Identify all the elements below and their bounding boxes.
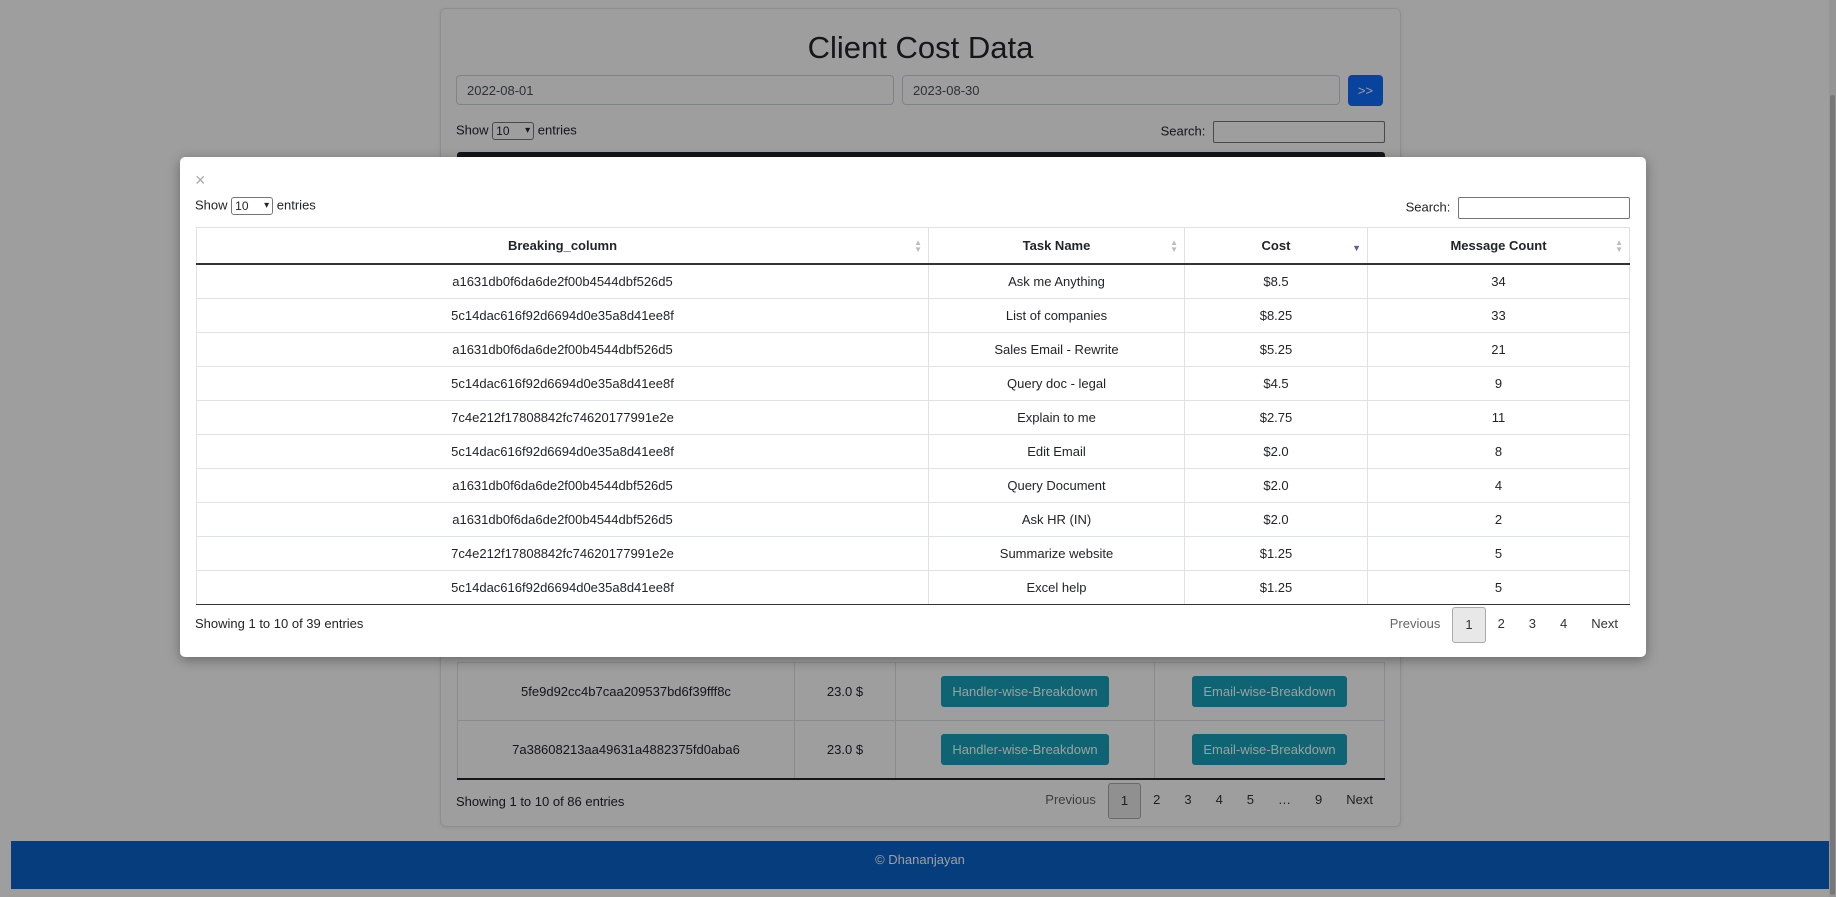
pagination-next[interactable]: Next (1579, 607, 1630, 641)
modal-entries-select[interactable]: 10 (231, 197, 274, 215)
table-row: 7c4e212f17808842fc74620177991e2e Summariz… (196, 536, 1630, 571)
message-count-cell: 8 (1367, 434, 1630, 469)
breaking-column-cell: a1631db0f6da6de2f00b4544dbf526d5 (196, 332, 929, 367)
modal-pagination: Previous 1 2 3 4 Next (1378, 607, 1630, 643)
modal-entries-length-control: Show 10 entries (195, 197, 316, 215)
pagination-page-4[interactable]: 4 (1548, 607, 1579, 641)
message-count-cell: 9 (1367, 366, 1630, 401)
table-row: 5c14dac616f92d6694d0e35a8d41ee8f List of … (196, 298, 1630, 333)
cost-cell: $8.25 (1184, 298, 1368, 333)
show-label: Show (195, 197, 228, 213)
cost-cell: $1.25 (1184, 536, 1368, 571)
task-name-cell: Explain to me (928, 400, 1185, 435)
task-name-cell: Excel help (928, 570, 1185, 605)
breaking-column-cell: 5c14dac616f92d6694d0e35a8d41ee8f (196, 434, 929, 469)
entries-label: entries (276, 197, 316, 213)
message-count-cell: 21 (1367, 332, 1630, 367)
breakdown-table: Breaking_column ▲ ▼ Task Name ▲ ▼ Cost ▼ Mess… (196, 227, 1630, 605)
task-name-cell: Ask HR (IN) (928, 502, 1185, 537)
table-row: 5c14dac616f92d6694d0e35a8d41ee8f Query do… (196, 366, 1630, 401)
breaking-column-cell: 7c4e212f17808842fc74620177991e2e (196, 536, 929, 571)
table-row: a1631db0f6da6de2f00b4544dbf526d5 Ask me A… (196, 263, 1630, 299)
pagination-previous[interactable]: Previous (1378, 607, 1453, 641)
table-row: a1631db0f6da6de2f00b4544dbf526d5 Ask HR (… (196, 502, 1630, 537)
message-count-cell: 11 (1367, 400, 1630, 435)
cost-cell: $8.5 (1184, 263, 1368, 299)
cost-cell: $2.0 (1184, 502, 1368, 537)
cost-cell: $5.25 (1184, 332, 1368, 367)
table-header-row: Breaking_column ▲ ▼ Task Name ▲ ▼ Cost ▼ Mess… (196, 227, 1630, 265)
breaking-column-cell: 5c14dac616f92d6694d0e35a8d41ee8f (196, 298, 929, 333)
breaking-column-cell: 5c14dac616f92d6694d0e35a8d41ee8f (196, 570, 929, 605)
breaking-column-cell: 7c4e212f17808842fc74620177991e2e (196, 400, 929, 435)
close-icon[interactable]: × (195, 170, 206, 191)
breakdown-modal: × Show 10 entries Search: Breaking_colum… (180, 157, 1646, 657)
task-name-cell: Sales Email - Rewrite (928, 332, 1185, 367)
sort-icon: ▲ ▼ (914, 238, 922, 254)
task-name-cell: Query doc - legal (928, 366, 1185, 401)
table-row: a1631db0f6da6de2f00b4544dbf526d5 Sales Em… (196, 332, 1630, 367)
cost-cell: $4.5 (1184, 366, 1368, 401)
sort-icon: ▲ ▼ (1170, 238, 1178, 254)
column-header-task-name[interactable]: Task Name ▲ ▼ (928, 227, 1185, 265)
task-name-cell: Edit Email (928, 434, 1185, 469)
pagination-page-3[interactable]: 3 (1517, 607, 1548, 641)
message-count-cell: 2 (1367, 502, 1630, 537)
sort-icon: ▲ ▼ (1615, 238, 1623, 254)
table-row: 5c14dac616f92d6694d0e35a8d41ee8f Edit Ema… (196, 434, 1630, 469)
modal-table-search: Search: (1406, 197, 1630, 219)
cost-cell: $2.75 (1184, 400, 1368, 435)
table-row: 5c14dac616f92d6694d0e35a8d41ee8f Excel he… (196, 570, 1630, 605)
message-count-cell: 34 (1367, 263, 1630, 299)
cost-cell: $2.0 (1184, 468, 1368, 503)
breaking-column-cell: 5c14dac616f92d6694d0e35a8d41ee8f (196, 366, 929, 401)
cost-cell: $1.25 (1184, 570, 1368, 605)
breaking-column-cell: a1631db0f6da6de2f00b4544dbf526d5 (196, 468, 929, 503)
table-row: 7c4e212f17808842fc74620177991e2e Explain … (196, 400, 1630, 435)
message-count-cell: 33 (1367, 298, 1630, 333)
message-count-cell: 4 (1367, 468, 1630, 503)
breaking-column-cell: a1631db0f6da6de2f00b4544dbf526d5 (196, 502, 929, 537)
column-header-message-count[interactable]: Message Count ▲ ▼ (1367, 227, 1630, 265)
message-count-cell: 5 (1367, 570, 1630, 605)
column-header-breaking-column[interactable]: Breaking_column ▲ ▼ (196, 227, 929, 265)
breaking-column-cell: a1631db0f6da6de2f00b4544dbf526d5 (196, 263, 929, 299)
pagination-page-2[interactable]: 2 (1486, 607, 1517, 641)
message-count-cell: 5 (1367, 536, 1630, 571)
task-name-cell: Summarize website (928, 536, 1185, 571)
task-name-cell: Query Document (928, 468, 1185, 503)
sort-descending-icon: ▼ (1352, 243, 1361, 253)
cost-cell: $2.0 (1184, 434, 1368, 469)
search-label: Search: (1405, 199, 1451, 215)
table-row: a1631db0f6da6de2f00b4544dbf526d5 Query Do… (196, 468, 1630, 503)
column-header-cost[interactable]: Cost ▼ (1184, 227, 1368, 265)
modal-table-info: Showing 1 to 10 of 39 entries (195, 616, 364, 631)
task-name-cell: Ask me Anything (928, 263, 1185, 299)
task-name-cell: List of companies (928, 298, 1185, 333)
pagination-page-1[interactable]: 1 (1452, 607, 1486, 643)
modal-search-input[interactable] (1458, 197, 1630, 219)
